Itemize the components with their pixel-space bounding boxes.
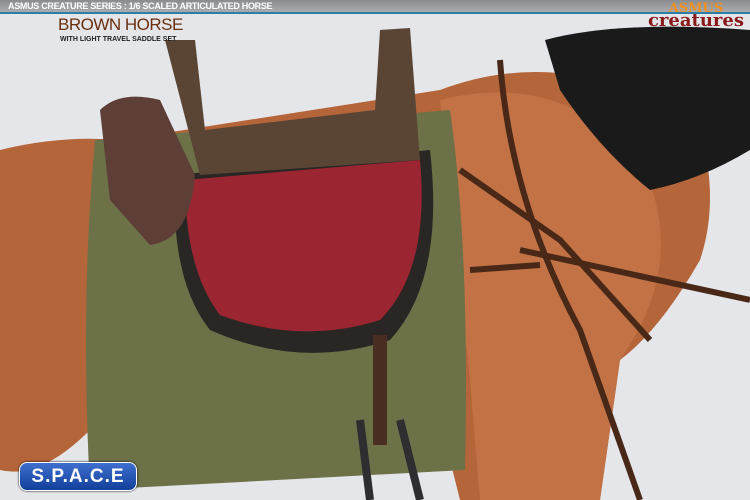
product-title: BROWN HORSE: [58, 15, 183, 34]
series-label: ASMUS CREATURE SERIES : 1/6 SCALED ARTIC…: [8, 1, 273, 11]
space-logo: S.P.A.C.E: [19, 462, 137, 491]
product-photo: [0, 0, 750, 500]
stirrup-strap: [373, 335, 387, 445]
top-banner: ASMUS CREATURE SERIES : 1/6 SCALED ARTIC…: [0, 0, 750, 14]
logo-line2: creatures: [647, 10, 744, 31]
product-subtitle: WITH LIGHT TRAVEL SADDLE SET: [60, 36, 177, 43]
asmus-creatures-logo: ASMUS creatures: [648, 2, 744, 30]
saddle-seat-red: [185, 160, 422, 332]
